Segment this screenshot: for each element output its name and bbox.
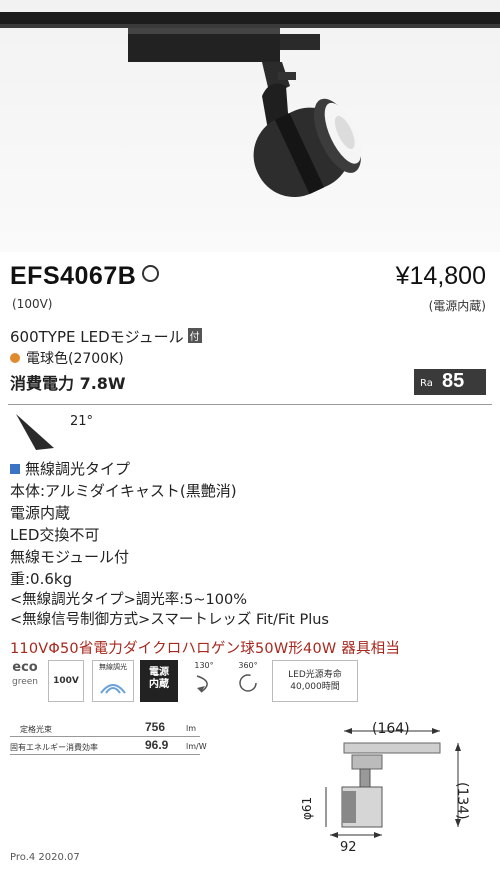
square-icon	[10, 464, 20, 474]
power-text-2: 内蔵	[149, 679, 169, 690]
type-text: 600TYPE LEDモジュール	[10, 328, 184, 346]
flux-unit: lm	[186, 724, 197, 733]
dim-height: (134)	[454, 782, 470, 820]
price: ¥14,800	[395, 262, 486, 290]
type-line: 600TYPE LEDモジュール付	[10, 326, 202, 347]
ra-badge: Ra 85	[414, 369, 486, 395]
spec-line: 電源内蔵	[10, 504, 71, 522]
flux-row: 定格光束 756 lm	[10, 720, 200, 737]
ra-value: 85	[442, 370, 465, 392]
rotate-text: 360°	[238, 661, 258, 670]
voltage: (100V)	[12, 297, 53, 311]
dim-depth: 92	[340, 840, 357, 855]
flux-value: 756	[145, 720, 166, 734]
spec-line: 重:0.6kg	[10, 570, 73, 588]
rotate-arrow-icon	[239, 674, 257, 692]
tilt-text: 130°	[194, 661, 214, 670]
life-text-1: LED光源寿命	[288, 670, 342, 680]
model-text: EFS4067B	[10, 262, 137, 290]
spec-line: 本体:アルミダイキャスト(黒艶消)	[10, 482, 237, 500]
feature-heading-text: 無線調光タイプ	[25, 460, 131, 478]
spotlight-image	[0, 12, 500, 198]
signal-icon	[100, 684, 126, 694]
divider	[8, 404, 492, 405]
spec-line: 無線モジュール付	[10, 548, 129, 566]
built-in-power-icon: 電源 内蔵	[140, 660, 178, 702]
spec-line: LED交換不可	[10, 526, 100, 544]
power-text-1: 電源	[149, 667, 169, 678]
rotate-icon: 360°	[230, 660, 266, 700]
wireless-dimming-icon: 無線調光	[92, 660, 134, 702]
eco-icon: eco green	[10, 660, 40, 700]
power-consumption: 消費電力 7.8W	[10, 374, 126, 393]
beam-angle: 21°	[70, 414, 94, 429]
voltage-icon: 100V	[48, 660, 84, 702]
dim-length: (164)	[372, 721, 410, 737]
beam-angle-icon	[16, 414, 54, 450]
eco-text: eco	[12, 660, 38, 675]
ra-label: Ra	[420, 378, 433, 389]
dimming-line: <無線調光タイプ>調光率:5~100%	[10, 592, 248, 608]
efficiency-unit: lm/W	[186, 742, 207, 751]
led-life-icon: LED光源寿命 40,000時間	[272, 660, 358, 702]
efficiency-row: 固有エネルギー消費効率 96.9 lm/W	[10, 738, 207, 755]
type-tag: 付	[187, 328, 202, 343]
life-text-2: 40,000時間	[290, 682, 340, 692]
control-line: <無線信号制御方式>スマートレッズ Fit/Fit Plus	[10, 612, 329, 628]
circle-icon	[142, 265, 160, 282]
efficiency-label: 固有エネルギー消費効率	[10, 743, 98, 752]
dim-diameter: φ61	[300, 796, 314, 820]
feature-heading: 無線調光タイプ	[10, 458, 130, 479]
tilt-arrow-icon	[196, 675, 208, 693]
tilt-icon: 130°	[186, 660, 222, 700]
power-note: (電源内蔵)	[428, 299, 486, 313]
wireless-text: 無線調光	[99, 663, 127, 671]
equivalent-line: 110VΦ50省電力ダイクロハロゲン球50W形40W 器具相当	[10, 641, 401, 657]
bulb-color-dot-icon	[10, 353, 20, 363]
efficiency-value: 96.9	[145, 738, 169, 752]
color-temp-text: 電球色(2700K)	[26, 351, 124, 367]
green-text: green	[12, 677, 38, 687]
color-temp: 電球色(2700K)	[10, 348, 124, 368]
product-photo	[0, 0, 500, 252]
model-number: EFS4067B	[10, 262, 160, 291]
footer-version: Pro.4 2020.07	[10, 852, 80, 863]
flux-label: 定格光束	[20, 725, 52, 734]
